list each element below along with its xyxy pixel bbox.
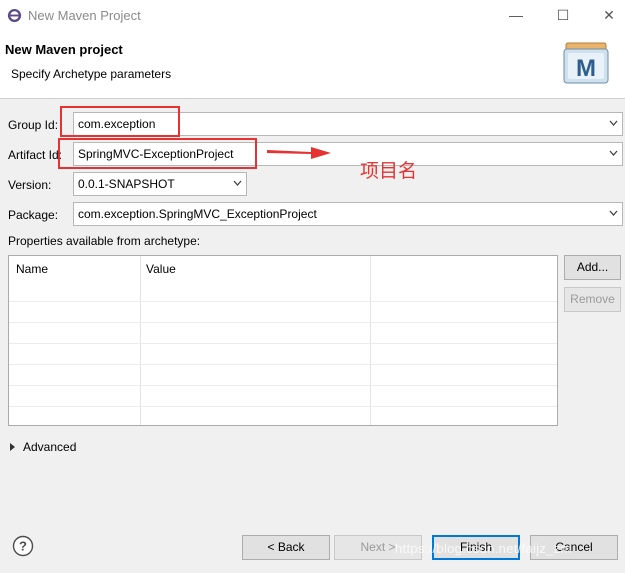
svg-text:M: M (576, 55, 596, 82)
maven-logo-icon: M (563, 42, 609, 84)
chevron-down-icon[interactable] (609, 210, 618, 217)
minimize-button[interactable]: — (506, 6, 526, 24)
title-bar: New Maven Project — ☐ ✕ (0, 0, 625, 31)
column-header-name[interactable]: Name (16, 262, 48, 276)
eclipse-app-icon (7, 8, 22, 23)
version-value: 0.0.1-SNAPSHOT (78, 177, 175, 191)
package-value: com.exception.SpringMVC_ExceptionProject (78, 207, 317, 221)
advanced-label: Advanced (23, 440, 77, 454)
window-title: New Maven Project (28, 8, 141, 23)
package-combo[interactable]: com.exception.SpringMVC_ExceptionProject (73, 202, 623, 226)
chevron-down-icon[interactable] (233, 180, 242, 187)
row-divider (9, 385, 557, 386)
column-header-value[interactable]: Value (146, 262, 176, 276)
annotation-text: 项目名 (360, 160, 418, 182)
add-property-button[interactable]: Add... (564, 255, 621, 280)
package-label: Package: (8, 208, 59, 222)
artifact-id-highlight-box (58, 138, 257, 169)
artifact-id-label: Artifact Id: (8, 148, 63, 162)
close-button[interactable]: ✕ (599, 6, 619, 24)
add-button-label: Add... (576, 260, 609, 274)
row-divider (9, 322, 557, 323)
properties-label: Properties available from archetype: (8, 234, 201, 248)
help-icon[interactable]: ? (12, 535, 34, 557)
group-id-highlight-box (60, 106, 180, 137)
wizard-header: New Maven project Specify Archetype para… (0, 31, 625, 99)
watermark: https://blog.csdn.net/faijz_zm (395, 541, 572, 556)
expand-triangle-icon[interactable] (10, 443, 15, 451)
row-divider (9, 343, 557, 344)
remove-property-button[interactable]: Remove (564, 287, 621, 312)
wizard-title: New Maven project (5, 42, 123, 57)
version-label: Version: (8, 178, 52, 192)
row-divider (9, 301, 557, 302)
back-button-label: < Back (267, 540, 305, 554)
row-divider (9, 364, 557, 365)
back-button[interactable]: < Back (242, 535, 330, 560)
properties-table[interactable]: Name Value (8, 255, 558, 426)
row-divider (9, 406, 557, 407)
group-id-label: Group Id: (8, 118, 59, 132)
column-divider (370, 256, 371, 425)
wizard-subtitle: Specify Archetype parameters (11, 67, 172, 81)
maximize-button[interactable]: ☐ (553, 6, 573, 24)
column-divider (140, 256, 141, 425)
version-combo[interactable]: 0.0.1-SNAPSHOT (73, 172, 247, 196)
next-button-label: Next > (360, 540, 396, 554)
advanced-expander[interactable]: Advanced (10, 440, 76, 454)
chevron-down-icon[interactable] (609, 120, 618, 127)
chevron-down-icon[interactable] (609, 150, 618, 157)
svg-text:?: ? (19, 539, 27, 554)
annotation-arrow-icon (267, 147, 331, 159)
remove-button-label: Remove (570, 292, 615, 306)
